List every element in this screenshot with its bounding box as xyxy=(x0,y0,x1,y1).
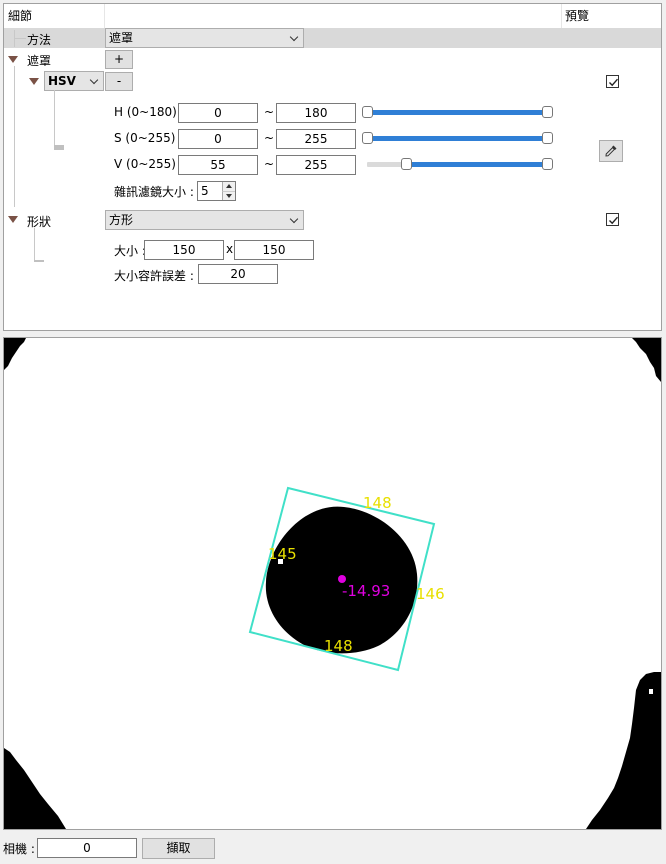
details-header: 細節 xyxy=(8,9,33,23)
capture-button[interactable]: 擷取 xyxy=(142,838,215,859)
expand-triangle-icon[interactable] xyxy=(8,216,18,223)
method-row xyxy=(4,28,661,48)
v-max-input[interactable]: 255 xyxy=(276,155,356,175)
v-range-slider[interactable] xyxy=(362,155,553,175)
s-range-slider[interactable] xyxy=(362,129,553,149)
camera-preview[interactable]: 148 145 146 148 -14.93 xyxy=(3,337,662,830)
column-separator xyxy=(561,4,562,28)
slider-low-thumb[interactable] xyxy=(400,158,412,170)
vignette-top-right xyxy=(632,338,661,382)
slider-high-thumb[interactable] xyxy=(542,106,553,118)
spin-up-button[interactable] xyxy=(222,182,235,191)
settings-panel: 細節 預覽 方法 遮罩 遮罩 + HSV - H (0~180) : 0 ~ 1… xyxy=(3,3,662,331)
tree-line xyxy=(34,228,35,262)
method-label: 方法 xyxy=(27,33,52,47)
range-separator: ~ xyxy=(264,131,275,145)
size-width-input[interactable]: 150 xyxy=(144,240,224,260)
size-tolerance-label: 大小容許誤差 : xyxy=(114,269,194,283)
slider-low-thumb[interactable] xyxy=(362,132,373,144)
camera-label: 相機 : xyxy=(3,842,35,856)
color-picker-button[interactable] xyxy=(599,140,623,162)
left-edge-length: 145 xyxy=(268,545,297,563)
slider-high-thumb[interactable] xyxy=(542,158,553,170)
shape-preview-checkbox[interactable] xyxy=(606,213,619,226)
size-label: 大小 : xyxy=(114,244,146,258)
slider-low-thumb[interactable] xyxy=(362,106,373,118)
slider-high-thumb[interactable] xyxy=(542,132,553,144)
remove-mask-button[interactable]: - xyxy=(105,72,133,91)
preview-header: 預覽 xyxy=(565,9,590,23)
spin-down-button[interactable] xyxy=(222,191,235,200)
method-value: 遮罩 xyxy=(109,31,134,45)
expand-triangle-icon[interactable] xyxy=(29,78,39,85)
tree-line xyxy=(14,38,26,39)
tree-line xyxy=(54,145,64,150)
noise-filter-spinbox[interactable]: 5 xyxy=(197,181,236,201)
v-min-input[interactable]: 55 xyxy=(178,155,258,175)
h-range-slider[interactable] xyxy=(362,103,553,123)
size-height-input[interactable]: 150 xyxy=(234,240,314,260)
chevron-down-icon xyxy=(289,32,299,42)
slider-fill xyxy=(367,110,547,115)
noise-filter-label: 雜訊濾鏡大小 : xyxy=(114,185,194,199)
top-edge-length: 148 xyxy=(363,494,392,512)
right-edge-length: 146 xyxy=(416,585,445,603)
s-max-input[interactable]: 255 xyxy=(276,129,356,149)
spin-up-icon xyxy=(226,184,232,188)
add-mask-button[interactable]: + xyxy=(105,50,133,69)
spin-down-icon xyxy=(226,194,232,198)
shape-label: 形狀 xyxy=(27,215,52,229)
column-separator xyxy=(104,4,105,28)
shape-dropdown[interactable]: 方形 xyxy=(105,210,304,230)
s-min-input[interactable]: 0 xyxy=(178,129,258,149)
mask-label: 遮罩 xyxy=(27,54,52,68)
bottom-edge-length: 148 xyxy=(324,637,353,655)
range-separator: ~ xyxy=(264,157,275,171)
camera-index-input[interactable]: 0 xyxy=(37,838,137,858)
range-separator: ~ xyxy=(264,105,275,119)
size-separator: x xyxy=(226,242,234,256)
colorspace-dropdown[interactable]: HSV xyxy=(44,71,104,91)
eyedropper-icon xyxy=(604,145,618,161)
mask-preview-checkbox[interactable] xyxy=(606,75,619,88)
vignette-speck xyxy=(649,689,653,694)
shape-value: 方形 xyxy=(109,213,134,227)
tree-line xyxy=(54,90,55,150)
tree-line xyxy=(34,260,44,262)
vignette-speck xyxy=(624,736,627,740)
s-range-label: S (0~255) : xyxy=(114,131,184,145)
colorspace-value: HSV xyxy=(48,74,76,88)
size-tolerance-input[interactable]: 20 xyxy=(198,264,278,284)
h-range-label: H (0~180) : xyxy=(114,105,185,119)
vignette-bottom-right xyxy=(586,672,661,829)
expand-triangle-icon[interactable] xyxy=(8,56,18,63)
v-range-label: V (0~255) : xyxy=(114,157,184,171)
h-min-input[interactable]: 0 xyxy=(178,103,258,123)
vignette-bottom-left xyxy=(4,748,66,829)
h-max-input[interactable]: 180 xyxy=(276,103,356,123)
chevron-down-icon xyxy=(89,75,99,85)
noise-filter-value: 5 xyxy=(201,184,209,198)
chevron-down-icon xyxy=(289,214,299,224)
method-dropdown[interactable]: 遮罩 xyxy=(105,28,304,48)
tree-line xyxy=(14,66,15,207)
rotation-angle: -14.93 xyxy=(342,582,390,600)
preview-canvas: 148 145 146 148 -14.93 xyxy=(4,338,661,829)
vignette-top-left xyxy=(4,338,26,370)
slider-fill xyxy=(405,162,547,167)
slider-fill xyxy=(367,136,547,141)
